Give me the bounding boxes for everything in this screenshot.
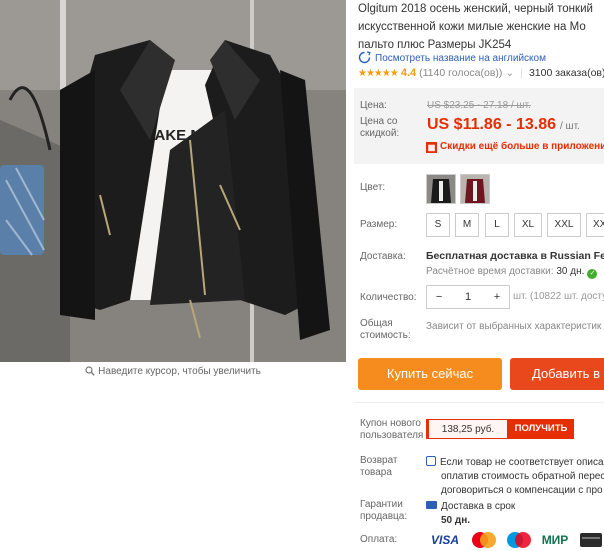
rating-stars: ★★★★★ [358, 68, 399, 79]
maestro-icon [507, 532, 531, 548]
color-swatch-red[interactable] [460, 174, 490, 204]
shipping-time-value: 30 дн. [556, 266, 585, 277]
card-brand-logo [578, 531, 604, 549]
mir-logo: МИР [541, 533, 569, 547]
total-label: Общая стоимость: [360, 318, 411, 342]
translate-icon [358, 51, 371, 64]
mastercard-logo [468, 531, 500, 549]
coupon-label-line: Купон нового [360, 418, 421, 429]
product-title: Olgitum 2018 осень женский, черный тонки… [358, 0, 604, 54]
rating-row: ★★★★★ 4.4 (1140 голоса(ов)) ⌄ | 3100 заказа(о… [358, 67, 604, 79]
card-icon [580, 533, 602, 547]
shipping-time: Расчётное время доставки: 30 дн. ✓ [426, 266, 598, 279]
returns-line: договориться о компенсации с про [441, 485, 603, 496]
size-option[interactable]: XL [514, 213, 542, 237]
maestro-logo [503, 531, 535, 549]
returns-policy: Если товар не соответствует описа оплати… [426, 456, 604, 498]
price-unit: / шт. [559, 121, 580, 132]
truck-icon [426, 501, 437, 509]
product-photo-graphic: MAKE MIS [0, 0, 346, 362]
chevron-down-icon[interactable]: ⌄ [505, 67, 514, 79]
visa-logo: VISA [430, 533, 459, 547]
guarantee-label-line: Гарантии [360, 499, 403, 510]
zoom-hint: Наведите курсор, чтобы увеличить [0, 366, 346, 377]
payment-label: Оплата: [360, 534, 398, 545]
title-line: искусственной кожи милые женские на Мо [358, 21, 586, 33]
app-discount-text: Скидки ещё больше в приложении [440, 141, 604, 152]
translate-title-link[interactable]: Посмотреть название на английском [358, 51, 546, 64]
shipping-method[interactable]: Бесплатная доставка в Russian Fede [426, 250, 604, 262]
returns-line: Если товар не соответствует описа [426, 456, 604, 470]
coupon-label-line: пользователя [360, 430, 424, 441]
current-price-value: US $11.86 - 13.86 [427, 116, 556, 133]
total-value: Зависит от выбранных характеристик [426, 321, 602, 332]
total-label-line: стоимость: [360, 330, 411, 341]
divider [354, 402, 604, 403]
qr-code-icon: ▦ [426, 142, 437, 153]
mastercard-icon [472, 532, 496, 548]
shield-icon [426, 456, 436, 466]
returns-label-line: товара [360, 467, 392, 478]
guarantee-info: Доставка в срок 50 дн. [426, 500, 515, 528]
color-label: Цвет: [360, 182, 386, 193]
color-swatch-black[interactable] [426, 174, 456, 204]
product-image[interactable]: MAKE MIS [0, 0, 346, 362]
size-option[interactable]: XX [586, 213, 604, 237]
shipping-time-label: Расчётное время доставки: [426, 266, 554, 277]
orders-count: 3100 заказа(ов) [528, 67, 604, 79]
coupon-amount: 138,25 руб. [426, 419, 508, 439]
magnifier-icon [85, 366, 95, 376]
swatch-red-image [461, 175, 489, 203]
total-label-line: Общая [360, 318, 393, 329]
discount-price-label: Цена со скидкой: [360, 116, 400, 139]
add-to-cart-button[interactable]: Добавить в [510, 358, 604, 390]
old-price: US $23.25 - 27.18 / шт. [427, 100, 531, 111]
guarantee-label: Гарантии продавца: [360, 499, 407, 523]
returns-line: оплатив стоимость обратной перес [441, 471, 604, 482]
buy-now-button[interactable]: Купить сейчас [358, 358, 502, 390]
rating-votes[interactable]: (1140 голоса(ов)) [419, 67, 502, 79]
quantity-available: шт. (10822 шт. доступ [513, 291, 604, 302]
quantity-label: Количество: [360, 292, 417, 303]
app-discount-link[interactable]: ▦ Скидки ещё больше в приложении [426, 141, 604, 153]
divider: | [520, 67, 523, 79]
current-price: US $11.86 - 13.86/ шт. [427, 116, 580, 134]
size-option[interactable]: M [455, 213, 479, 237]
price-label: Цена: [360, 100, 387, 111]
swatch-black-image [427, 175, 455, 203]
quantity-increase-button[interactable]: + [485, 291, 509, 303]
size-option[interactable]: L [485, 213, 509, 237]
get-coupon-button[interactable]: ПОЛУЧИТЬ [508, 419, 574, 439]
returns-label-line: Возврат [360, 455, 398, 466]
quantity-input[interactable]: 1 [451, 291, 485, 303]
guarantee-label-line: продавца: [360, 511, 408, 522]
size-option[interactable]: XXL [547, 213, 581, 237]
zoom-hint-text: Наведите курсор, чтобы увеличить [98, 366, 261, 377]
guarantee-line-text: Доставка в срок [441, 501, 516, 512]
returns-label: Возврат товара [360, 455, 398, 479]
check-icon: ✓ [587, 269, 598, 279]
coupon-label: Купон нового пользователя [360, 418, 423, 442]
size-option[interactable]: S [426, 213, 450, 237]
size-label: Размер: [360, 219, 398, 230]
translate-link-text: Посмотреть название на английском [375, 53, 546, 64]
shipping-label: Доставка: [360, 251, 406, 262]
title-line: Olgitum 2018 осень женский, черный тонки… [358, 3, 593, 15]
quantity-decrease-button[interactable]: − [427, 291, 451, 303]
quantity-stepper: − 1 + [426, 285, 510, 309]
rating-value: 4.4 [400, 67, 417, 79]
guarantee-line: Доставка в срок [426, 500, 515, 514]
guarantee-days: 50 дн. [441, 515, 471, 526]
returns-line-text: Если товар не соответствует описа [440, 457, 604, 468]
